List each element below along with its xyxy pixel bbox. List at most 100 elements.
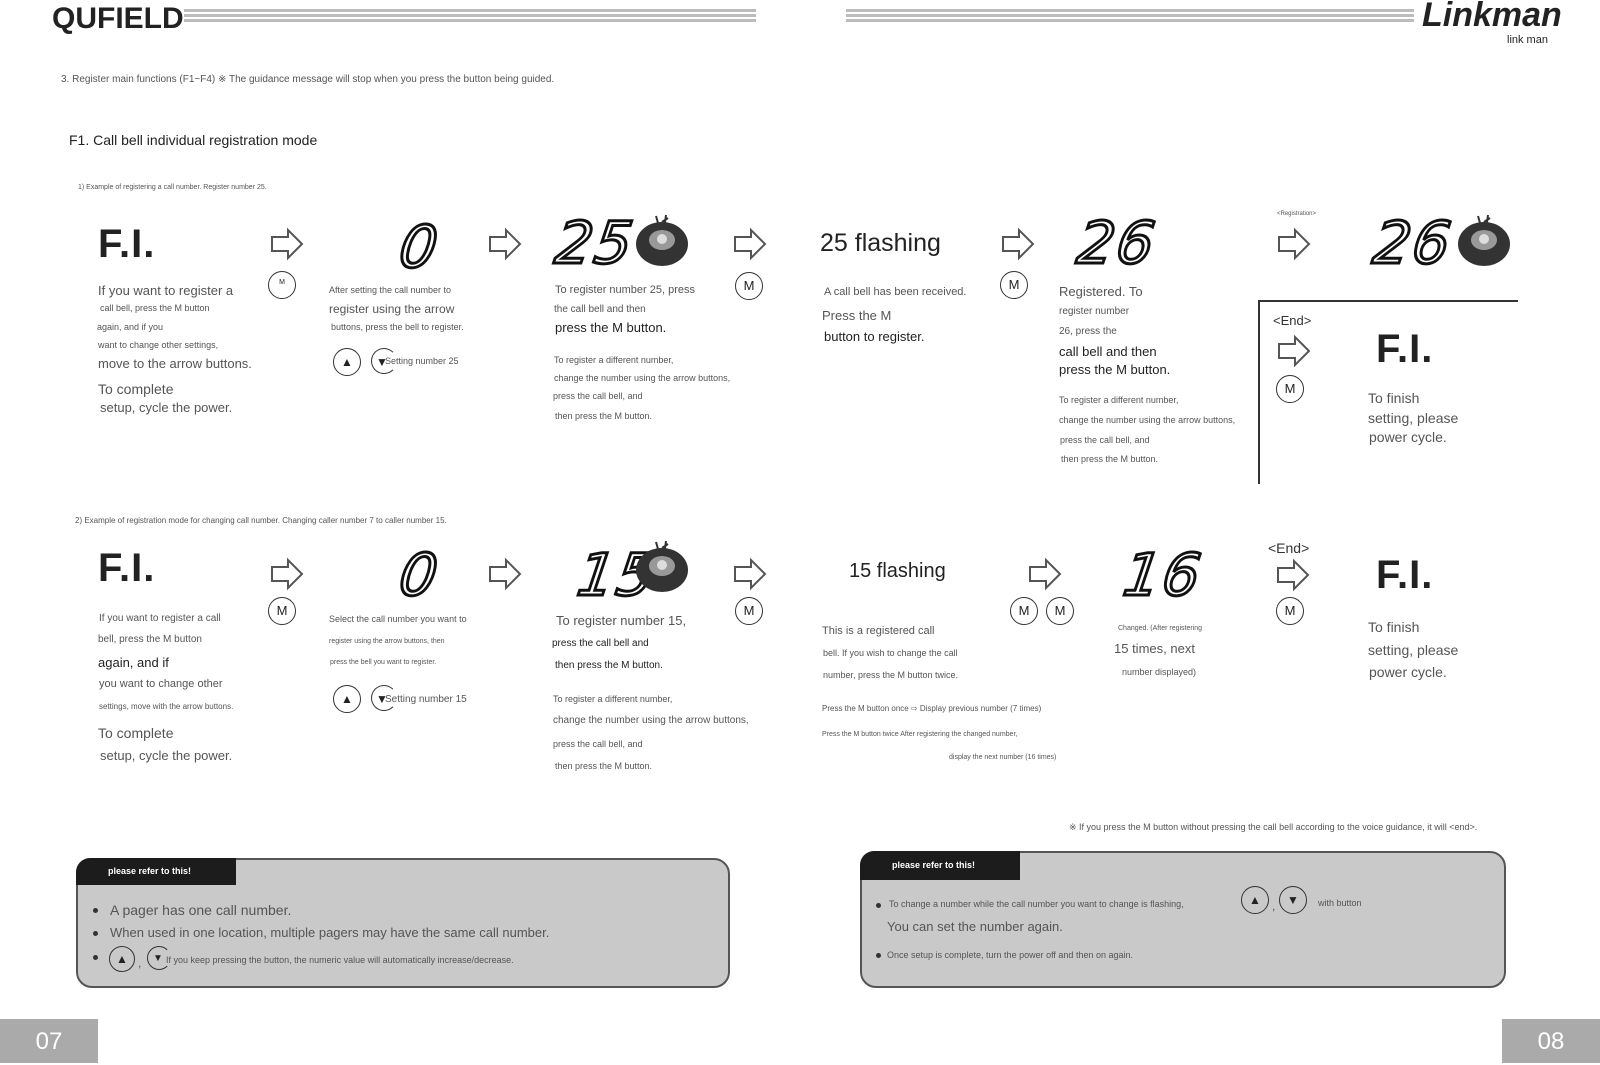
ex2-step1-text: If you want to register a call bbox=[99, 613, 221, 624]
ex1-step1-text: If you want to register a bbox=[98, 283, 234, 298]
m-button[interactable]: M bbox=[268, 271, 296, 299]
page-number-right: 08 bbox=[1502, 1019, 1600, 1063]
ex1-step5-text: change the number using the arrow button… bbox=[1059, 415, 1236, 425]
ex2-step4-text: Press the M button twice After registeri… bbox=[822, 731, 1018, 738]
note-right-bullet-1-cont: You can set the number again. bbox=[887, 919, 1063, 934]
ex1-step7-text: To finish bbox=[1368, 390, 1420, 406]
end-bracket-horizontal bbox=[1258, 300, 1518, 302]
ex1-display-25: 25 bbox=[550, 208, 640, 279]
ex1-step4-text: Press the M bbox=[822, 308, 892, 323]
header-rule-left bbox=[184, 9, 756, 27]
ex2-step1-text: settings, move with the arrow buttons. bbox=[99, 702, 234, 711]
end-bracket-vertical bbox=[1258, 300, 1260, 484]
ex1-step3-text: press the call bell, and bbox=[553, 391, 643, 401]
bullet-icon bbox=[93, 908, 98, 913]
ex1-step5-text: 26, press the bbox=[1059, 326, 1117, 337]
ex2-step1-text: again, and if bbox=[98, 655, 169, 670]
example1-caption: 1) Example of registering a call number.… bbox=[78, 184, 267, 191]
ex1-step4-text: A call bell has been received. bbox=[824, 286, 967, 298]
ex1-step5-text: press the call bell, and bbox=[1060, 435, 1150, 445]
up-button[interactable]: ▲ bbox=[333, 685, 361, 713]
ex1-display-fi: F.I. bbox=[98, 222, 156, 266]
note-left-bullet-2: When used in one location, multiple page… bbox=[110, 925, 550, 940]
arrow-right-icon bbox=[1278, 227, 1311, 261]
ex2-step4-text: bell. If you wish to change the call bbox=[823, 648, 958, 658]
note-right-bullet-1: To change a number while the call number… bbox=[889, 899, 1184, 909]
setting-number-15: Setting number 15 bbox=[385, 694, 467, 705]
ex1-display-26-registered: 26 bbox=[1368, 208, 1458, 279]
ex1-step5-text: then press the M button. bbox=[1061, 454, 1159, 464]
arrow-right-icon bbox=[489, 227, 522, 261]
ex2-step5-text: Changed. (After registering bbox=[1118, 625, 1203, 632]
ex2-display-0: 0 bbox=[394, 540, 445, 611]
up-button[interactable]: ▲ bbox=[333, 348, 361, 376]
ex2-step3-text: change the number using the arrow button… bbox=[553, 715, 749, 726]
ex1-step5-text: To register a different number, bbox=[1059, 395, 1179, 405]
intro-text: 3. Register main functions (F1~F4) ※ The… bbox=[61, 74, 555, 85]
ex2-step3-text: press the call bell, and bbox=[553, 739, 643, 749]
ex2-step2-text: register using the arrow buttons, then bbox=[329, 638, 445, 645]
note-box-right-header: please refer to this! bbox=[860, 851, 1020, 880]
bullet-icon bbox=[876, 903, 881, 908]
m-button[interactable]: M bbox=[268, 597, 296, 625]
ex1-step1-text: To complete bbox=[98, 381, 174, 397]
ex1-step3-text: To register number 25, press bbox=[555, 284, 696, 296]
ex1-step2-text: buttons, press the bell to register. bbox=[331, 322, 464, 332]
ex2-display-fi-end: F.I. bbox=[1376, 553, 1434, 597]
down-button[interactable]: ▼ bbox=[1279, 886, 1307, 914]
up-button[interactable]: ▲ bbox=[109, 946, 135, 972]
note-right-with-button: with button bbox=[1318, 898, 1362, 908]
ex1-step5-text: call bell and then bbox=[1059, 344, 1157, 359]
end-label: <End> bbox=[1273, 313, 1312, 328]
arrow-right-icon bbox=[734, 227, 767, 261]
linkman-subtitle: link man bbox=[1507, 34, 1548, 46]
call-bell-icon bbox=[1458, 214, 1510, 266]
m-button[interactable]: M bbox=[735, 272, 763, 300]
qufield-logo: QUFIELD bbox=[52, 2, 184, 35]
m-button[interactable]: M bbox=[1046, 597, 1074, 625]
m-button[interactable]: M bbox=[735, 597, 763, 625]
m-button[interactable]: M bbox=[1276, 375, 1304, 403]
call-bell-icon bbox=[636, 214, 688, 266]
ex1-step3-text: change the number using the arrow button… bbox=[554, 373, 731, 383]
ex2-display-16: 16 bbox=[1118, 540, 1208, 611]
up-button[interactable]: ▲ bbox=[1241, 886, 1269, 914]
ex1-step5-text: Registered. To bbox=[1059, 284, 1143, 299]
end-note: ※ If you press the M button without pres… bbox=[1069, 822, 1478, 832]
m-button[interactable]: M bbox=[1000, 271, 1028, 299]
ex2-step3-text: then press the M button. bbox=[555, 660, 663, 671]
ex2-step3-text: To register number 15, bbox=[556, 613, 687, 628]
arrow-right-icon bbox=[489, 557, 522, 591]
ex2-step4-text: display the next number (16 times) bbox=[949, 754, 1057, 761]
ex1-display-0: 0 bbox=[394, 212, 445, 283]
ex2-step1-text: setup, cycle the power. bbox=[100, 748, 233, 763]
registration-label: <Registration> bbox=[1277, 211, 1317, 217]
ex1-display-25-flashing: 25 flashing bbox=[820, 229, 941, 257]
ex1-step1-text: setup, cycle the power. bbox=[100, 400, 233, 415]
ex2-step4-text: Press the M button once ⇨ Display previo… bbox=[822, 704, 1042, 713]
ex2-step3-text: To register a different number, bbox=[553, 694, 673, 704]
note-left-bullet-3: If you keep pressing the button, the num… bbox=[166, 955, 514, 965]
call-bell-icon bbox=[636, 540, 688, 592]
ex2-step6-text: power cycle. bbox=[1369, 664, 1447, 680]
ex1-display-fi-end: F.I. bbox=[1376, 327, 1434, 371]
arrow-right-icon bbox=[1277, 558, 1310, 592]
ex2-step3-text: then press the M button. bbox=[555, 761, 653, 771]
note-right-bullet-2: Once setup is complete, turn the power o… bbox=[887, 950, 1133, 960]
comma-separator: , bbox=[138, 956, 142, 970]
ex2-display-fi: F.I. bbox=[98, 546, 156, 590]
ex2-step5-text: number displayed) bbox=[1122, 667, 1197, 677]
ex1-step1-text: move to the arrow buttons. bbox=[98, 356, 252, 371]
ex1-step3-text: press the M button. bbox=[555, 320, 667, 335]
ex2-step6-text: To finish bbox=[1368, 619, 1420, 635]
m-button[interactable]: M bbox=[1276, 597, 1304, 625]
m-button[interactable]: M bbox=[1010, 597, 1038, 625]
bullet-icon bbox=[876, 953, 881, 958]
ex1-step1-text: want to change other settings, bbox=[98, 340, 219, 350]
ex2-step3-text: press the call bell and bbox=[552, 638, 649, 649]
ex1-step3-text: then press the M button. bbox=[555, 411, 653, 421]
note-left-bullet-1: A pager has one call number. bbox=[110, 902, 292, 918]
linkman-logo: Linkman bbox=[1422, 0, 1562, 34]
ex2-step4-text: number, press the M button twice. bbox=[823, 670, 959, 680]
arrow-right-icon bbox=[1278, 334, 1311, 368]
